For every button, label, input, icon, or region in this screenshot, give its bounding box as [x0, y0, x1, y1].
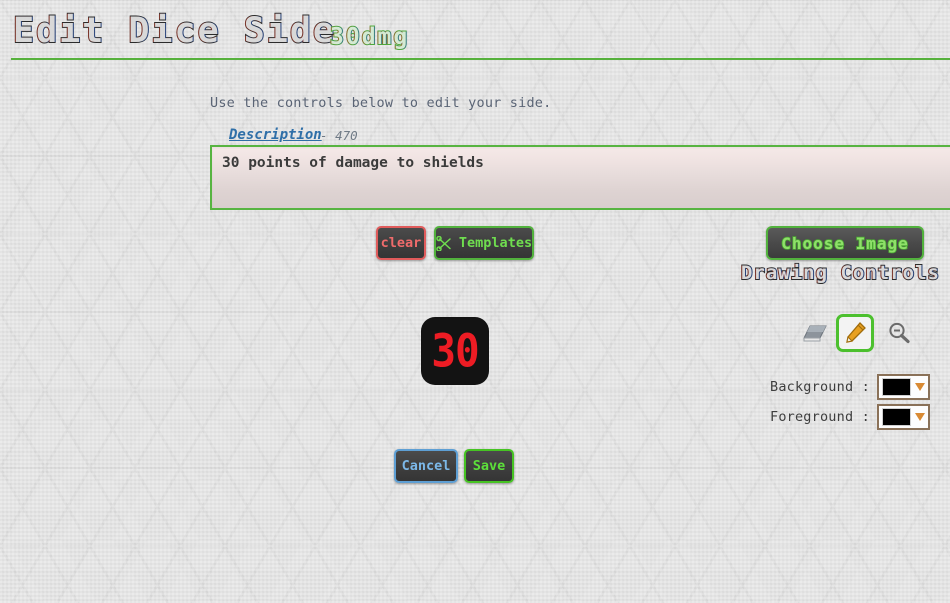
magnifier-minus-icon: [889, 322, 910, 344]
chevron-down-icon: [914, 413, 925, 421]
dice-side-value: 30: [431, 324, 479, 377]
eraser-icon: [803, 325, 827, 342]
pencil-tool-button[interactable]: [836, 314, 874, 352]
pencil-icon: [846, 322, 866, 343]
background-color-label: Background :: [770, 379, 870, 395]
templates-button[interactable]: Templates: [434, 226, 534, 260]
cancel-button[interactable]: Cancel: [394, 449, 458, 483]
save-button-label: Save: [472, 458, 506, 474]
foreground-color-picker[interactable]: [876, 404, 930, 430]
scissors-icon: [436, 235, 451, 251]
foreground-color-row: Foreground :: [770, 404, 930, 430]
cancel-button-label: Cancel: [401, 458, 451, 474]
foreground-color-label: Foreground :: [770, 409, 870, 425]
description-count-value: 470: [335, 128, 358, 143]
description-count-separator: -: [320, 128, 328, 143]
zoom-out-tool-button[interactable]: [880, 314, 918, 352]
description-char-count: - 470: [320, 128, 358, 143]
description-input[interactable]: [210, 145, 950, 210]
page-title: Edit Dice Side: [12, 10, 337, 52]
save-button[interactable]: Save: [464, 449, 514, 483]
edit-dice-side-page: Edit Dice Side 30dmg Use the controls be…: [0, 0, 950, 603]
background-color-picker[interactable]: [876, 374, 930, 400]
drawing-controls-heading: Drawing Controls: [740, 261, 940, 285]
header-divider: [11, 58, 950, 60]
foreground-color-swatch: [881, 408, 911, 426]
chevron-down-icon: [914, 383, 925, 391]
dice-side-preview-canvas[interactable]: 30: [421, 317, 489, 385]
templates-button-label: Templates: [458, 235, 533, 251]
drawing-tool-row: [796, 314, 926, 352]
clear-button[interactable]: clear: [376, 226, 426, 260]
background-color-swatch: [881, 378, 911, 396]
choose-image-button-label: Choose Image: [780, 233, 909, 254]
page-subtitle-dice-name: 30dmg: [329, 23, 410, 51]
instructions-text: Use the controls below to edit your side…: [210, 95, 552, 111]
background-color-row: Background :: [770, 374, 930, 400]
page-header: Edit Dice Side 30dmg: [0, 0, 950, 60]
clear-button-label: clear: [380, 235, 422, 251]
description-label: Description: [229, 127, 322, 143]
choose-image-button[interactable]: Choose Image: [766, 226, 924, 260]
eraser-tool-button[interactable]: [796, 314, 834, 352]
